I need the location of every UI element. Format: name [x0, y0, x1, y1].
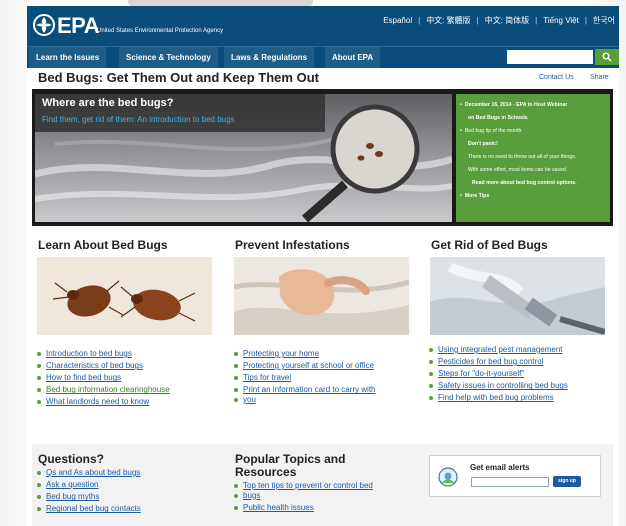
hero-banner: Where are the bed bugs? Find them, get r…	[32, 89, 613, 226]
section-heading-questions: Questions?	[38, 452, 105, 466]
email-alerts-box: Get email alerts sign up	[429, 455, 601, 497]
bed-bugs-photo	[37, 257, 212, 335]
lang-link-simplified-chinese[interactable]: 中文: 简体版	[485, 16, 529, 25]
lang-divider: |	[476, 16, 479, 25]
nav-laws-regulations[interactable]: Laws & Regulations	[224, 47, 315, 68]
search-input[interactable]	[507, 50, 593, 64]
hero-caption[interactable]: Where are the bed bugs? Find them, get r…	[35, 94, 325, 132]
share-link[interactable]: Share	[590, 74, 609, 81]
link-print-info-card[interactable]: Print an information card to carry with	[234, 385, 416, 395]
prevent-photo	[234, 257, 409, 335]
link-find-help[interactable]: Find help with bed bug problems	[429, 393, 614, 403]
epa-logo[interactable]: EPA	[33, 12, 100, 40]
link-bed-bug-myths[interactable]: Bed bug myths	[37, 492, 217, 502]
news-item-tip-heading: • Bed bug tip of the month	[460, 128, 522, 134]
epa-logo-text: EPA	[57, 13, 100, 38]
language-links: Español | 中文: 繁體版 | 中文: 简体版 | Tiếng Việt | 한국어	[383, 15, 615, 26]
email-alerts-input[interactable]	[471, 477, 549, 487]
nav-learn-the-issues[interactable]: Learn the Issues	[29, 47, 107, 68]
section-heading-popular-line2: Resources	[235, 465, 297, 479]
steam-cleaner-image	[430, 257, 605, 335]
link-public-health[interactable]: Public health issues	[234, 503, 416, 513]
popular-links-list: Top ten tips to prevent or control bed b…	[234, 481, 416, 515]
learn-links-list: Introduction to bed bugs Characteristics…	[37, 349, 217, 409]
get-rid-links-list: Using integrated pest management Pestici…	[429, 345, 614, 405]
email-alert-icon	[438, 467, 458, 487]
nav-science-technology[interactable]: Science & Technology	[119, 47, 218, 68]
news-item-dont-panic: Don't panic!	[468, 141, 498, 147]
news-item-webinar-line2[interactable]: on Bed Bugs in Schools	[468, 115, 528, 121]
search-icon	[602, 52, 612, 62]
link-how-to-find[interactable]: How to find bed bugs	[37, 373, 217, 383]
hero-caption-subtitle[interactable]: Find them, get rid of them: An introduct…	[42, 115, 235, 124]
news-item-more-tips-link[interactable]: • More Tips	[460, 193, 489, 199]
bed-bugs-image	[37, 257, 212, 335]
nav-about-epa[interactable]: About EPA	[325, 47, 381, 68]
link-print-info-card-line2[interactable]: you	[234, 395, 416, 405]
link-top-ten-tips-line2[interactable]: bugs	[234, 491, 416, 501]
epa-flower-icon	[33, 14, 55, 36]
lang-divider: |	[584, 16, 587, 25]
link-protecting-school-office[interactable]: Protecting yourself at school or office	[234, 361, 416, 371]
link-integrated-pest-management[interactable]: Using integrated pest management	[429, 345, 614, 355]
link-tips-for-travel[interactable]: Tips for travel	[234, 373, 416, 383]
contact-us-link[interactable]: Contact Us	[539, 74, 574, 81]
search-button[interactable]	[595, 49, 619, 65]
prevent-links-list: Protecting your home Protecting yourself…	[234, 349, 416, 407]
questions-links-list: Qs and As about bed bugs Ask a question …	[37, 468, 217, 516]
news-item-tip-line1: There is no need to throw out all of you…	[468, 154, 577, 160]
lang-link-vietnamese[interactable]: Tiếng Việt	[543, 16, 579, 25]
link-landlords[interactable]: What landlords need to know	[37, 397, 217, 407]
link-pesticides[interactable]: Pesticides for bed bug control	[429, 357, 614, 367]
page-title: Bed Bugs: Get Them Out and Keep Them Out	[38, 70, 319, 85]
news-item-read-more-link[interactable]: Read more about bed bug control options.	[472, 180, 577, 186]
lang-link-korean[interactable]: 한국어	[593, 16, 615, 25]
link-qs-and-as[interactable]: Qs and As about bed bugs	[37, 468, 217, 478]
epa-page: EPA United States Environmental Protecti…	[27, 6, 619, 526]
news-item-tip-line2: With some effort, most items can be save…	[468, 167, 568, 173]
steam-cleaning-photo	[430, 257, 605, 335]
section-heading-popular: Popular Topics and Resources	[235, 453, 345, 479]
link-do-it-yourself[interactable]: Steps for "do-it-yourself"	[429, 369, 614, 379]
sign-up-button[interactable]: sign up	[553, 476, 581, 487]
link-characteristics[interactable]: Characteristics of bed bugs	[37, 361, 217, 371]
link-information-clearinghouse[interactable]: Bed bug information clearinghouse	[37, 385, 217, 395]
agency-name: United States Environmental Protection A…	[97, 28, 224, 34]
section-heading-learn: Learn About Bed Bugs	[38, 238, 168, 252]
lang-divider: |	[418, 16, 421, 25]
section-heading-get-rid: Get Rid of Bed Bugs	[431, 238, 548, 252]
email-alerts-label: Get email alerts	[470, 463, 530, 472]
link-protecting-home[interactable]: Protecting your home	[234, 349, 416, 359]
lang-link-traditional-chinese[interactable]: 中文: 繁體版	[426, 16, 470, 25]
lang-link-spanish[interactable]: Español	[383, 16, 412, 25]
link-regional-contacts[interactable]: Regional bed bug contacts	[37, 504, 217, 514]
link-top-ten-tips[interactable]: Top ten tips to prevent or control bed	[234, 481, 416, 491]
news-item-webinar[interactable]: • December 16, 2014 - EPA to Host Webinar	[460, 102, 567, 108]
news-panel: • December 16, 2014 - EPA to Host Webinar…	[456, 94, 610, 222]
section-heading-prevent: Prevent Infestations	[235, 238, 350, 252]
lang-divider: |	[535, 16, 538, 25]
link-safety-issues[interactable]: Safety issues in controlling bed bugs	[429, 381, 614, 391]
sheet-inspection-image	[234, 257, 409, 335]
main-nav: Learn the Issues Science & Technology La…	[27, 46, 619, 68]
site-header: EPA United States Environmental Protecti…	[27, 6, 619, 46]
link-ask-a-question[interactable]: Ask a question	[37, 480, 217, 490]
hero-caption-title: Where are the bed bugs?	[42, 97, 174, 109]
link-introduction-to-bed-bugs[interactable]: Introduction to bed bugs	[37, 349, 217, 359]
